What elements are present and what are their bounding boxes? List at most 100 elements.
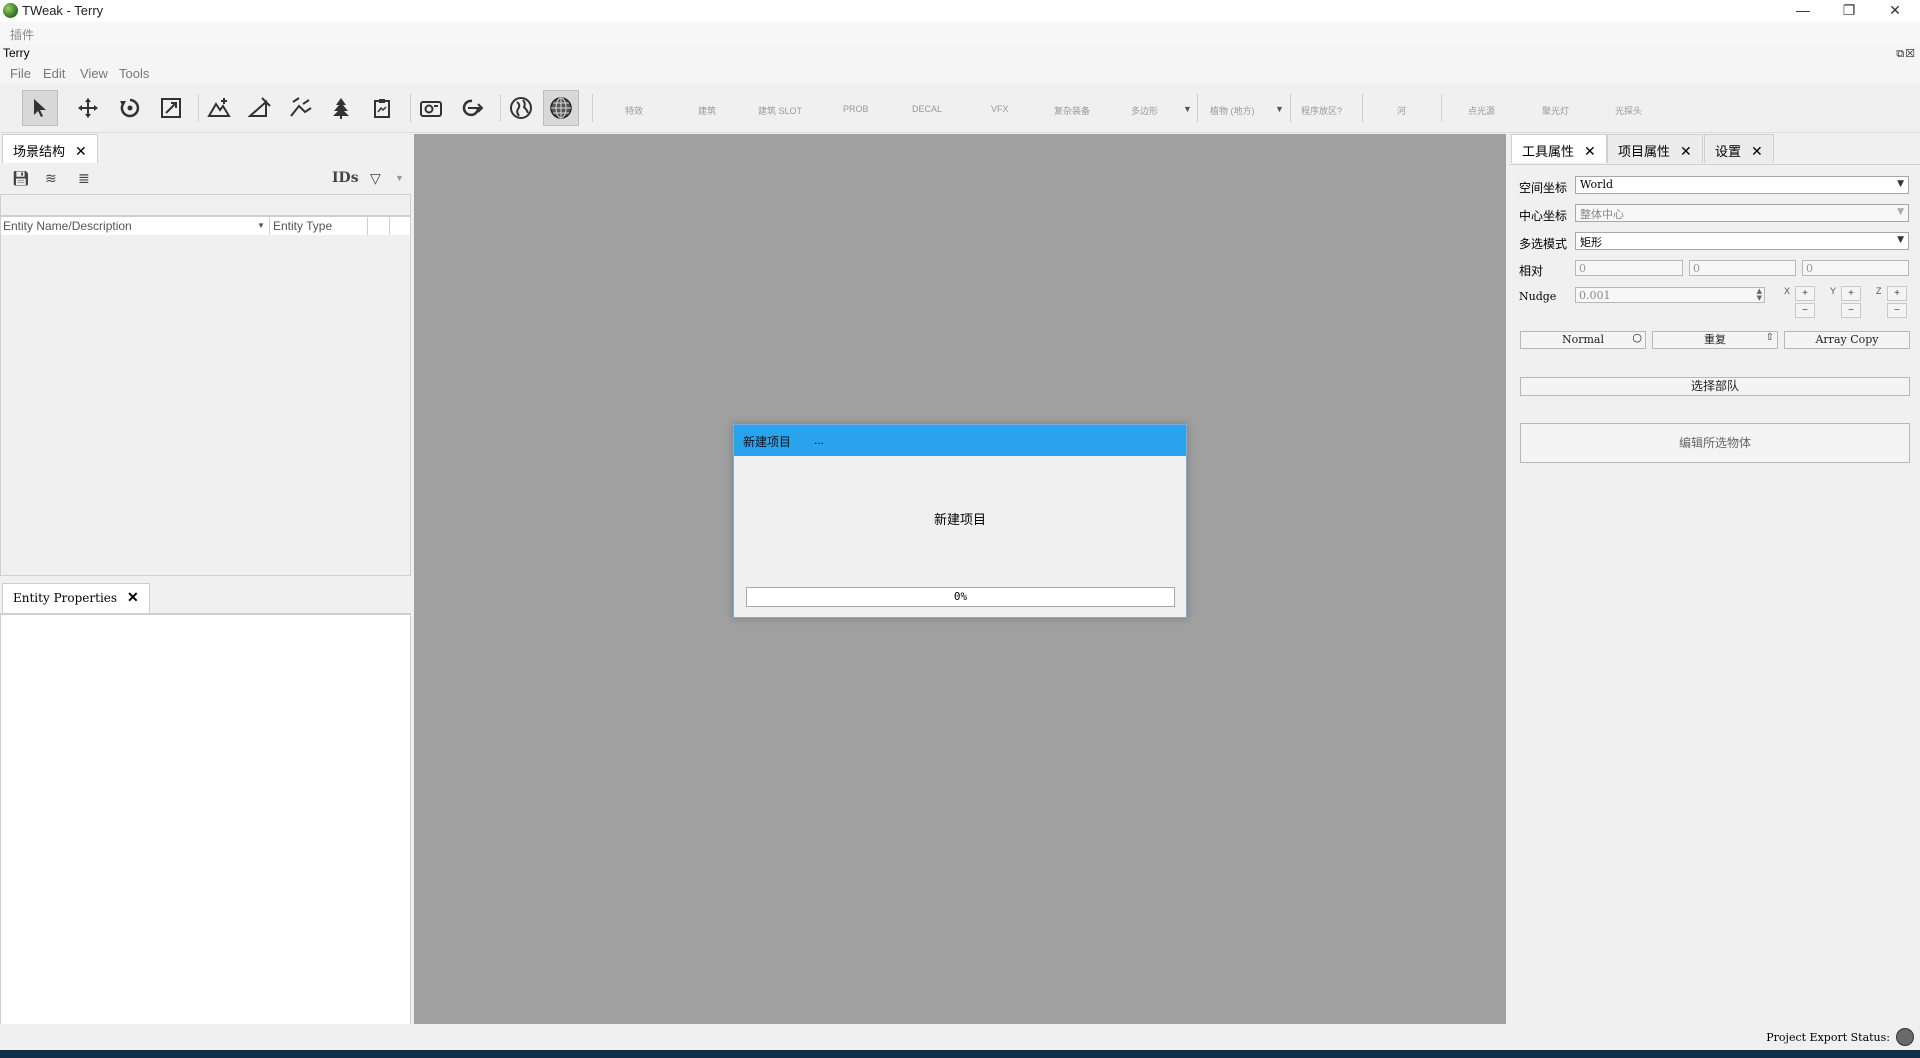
relative-x-input[interactable]: 0 <box>1575 260 1683 276</box>
plants-dropdown-icon[interactable]: ▼ <box>1275 104 1284 114</box>
dock-controls[interactable]: ⧉☒ <box>1896 47 1916 61</box>
props-tab-strip: Entity Properties ✕ <box>0 580 411 614</box>
title-bar: TWeak - Terry — ❐ ✕ <box>0 0 1920 22</box>
move-tool-button[interactable] <box>70 90 106 126</box>
entity-list[interactable] <box>0 235 411 576</box>
vegetation-button[interactable] <box>323 90 359 126</box>
menu-bar: File Edit View Tools <box>0 62 1920 84</box>
tool-building-slot[interactable]: 建筑 SLOT <box>758 104 802 117</box>
repeat-button[interactable]: 重复 ⇧ <box>1652 331 1778 349</box>
spin-arrows-icon[interactable]: ▲ ▼ <box>1757 288 1762 302</box>
scale-tool-button[interactable] <box>153 90 189 126</box>
save-icon[interactable]: 💾︎ <box>12 170 30 187</box>
tool-light-probe[interactable]: 光探头 <box>1615 104 1642 117</box>
nudge-input[interactable]: 0.001 ▲ ▼ <box>1575 287 1765 303</box>
tool-polygon[interactable]: 多边形 <box>1131 104 1158 117</box>
dialog-message: 新建项目 <box>933 512 986 527</box>
nudge-y-plus-button[interactable]: + <box>1841 286 1861 301</box>
close-icon[interactable]: ✕ <box>1680 143 1692 159</box>
close-icon[interactable]: ✕ <box>1584 143 1596 159</box>
filter-dropdown-icon[interactable]: ▼ <box>395 173 404 183</box>
center-coord-label: 中心坐标 <box>1519 209 1568 223</box>
nudge-x-minus-button[interactable]: − <box>1795 303 1815 318</box>
tab-project-properties[interactable]: 项目属性 ✕ <box>1607 134 1703 163</box>
tab-label: Entity Properties <box>13 591 118 605</box>
tool-effects[interactable]: 特效 <box>625 104 643 117</box>
column-entity-name[interactable]: Entity Name/Description <box>3 219 132 233</box>
globe-button[interactable] <box>503 90 539 126</box>
tab-settings[interactable]: 设置 ✕ <box>1704 134 1774 163</box>
dialog-title-bar[interactable]: 新建项目 ... <box>734 425 1186 456</box>
multi-select-value: 矩形 <box>1580 236 1602 249</box>
close-icon[interactable]: ✕ <box>1751 143 1763 159</box>
repeat-icon: ⇧ <box>1765 332 1774 343</box>
select-tool-button[interactable] <box>22 90 58 126</box>
tool-procedural-zone[interactable]: 程序放区? <box>1301 104 1342 117</box>
tool-decal[interactable]: DECAL <box>912 104 942 114</box>
filter-icon[interactable]: ▽ <box>370 170 381 187</box>
space-coord-value: World <box>1580 178 1613 191</box>
multi-select-mode-select[interactable]: 矩形 ▼ <box>1575 232 1909 250</box>
nudge-z-minus-button[interactable]: − <box>1887 303 1907 318</box>
normal-mode-button[interactable]: Normal ○ <box>1520 331 1646 349</box>
scene-search-input[interactable] <box>0 194 411 216</box>
space-coord-select[interactable]: World ▼ <box>1575 176 1909 194</box>
minimize-button[interactable]: — <box>1780 0 1826 22</box>
relative-y-input[interactable]: 0 <box>1689 260 1796 276</box>
center-coord-select[interactable]: 整体中心 ▼ <box>1575 204 1909 222</box>
tab-scene-structure[interactable]: 场景结构 ✕ <box>2 134 98 163</box>
layers-icon[interactable]: ≋ <box>45 170 57 187</box>
nudge-z-plus-button[interactable]: + <box>1887 286 1907 301</box>
clipboard-button[interactable] <box>364 90 400 126</box>
wireframe-globe-button[interactable] <box>543 90 579 126</box>
terrain-raise-button[interactable] <box>201 90 237 126</box>
array-copy-button[interactable]: Array Copy <box>1784 331 1910 349</box>
export-status-label: Project Export Status: <box>1766 1031 1890 1044</box>
terrain-smooth-button[interactable] <box>283 90 319 126</box>
edit-selected-button[interactable]: 编辑所选物体 <box>1520 423 1910 463</box>
select-team-button[interactable]: 选择部队 <box>1520 377 1910 396</box>
polygon-dropdown-icon[interactable]: ▼ <box>1183 104 1192 114</box>
relative-z-input[interactable]: 0 <box>1802 260 1909 276</box>
tool-point-light[interactable]: 点光源 <box>1468 104 1495 117</box>
toolbar-separator <box>198 94 199 122</box>
tab-entity-properties[interactable]: Entity Properties ✕ <box>2 583 150 613</box>
close-icon[interactable]: ✕ <box>127 590 139 606</box>
tool-building[interactable]: 建筑 <box>698 104 716 117</box>
app-icon <box>3 3 18 18</box>
nudge-y-minus-button[interactable]: − <box>1841 303 1861 318</box>
column-entity-type[interactable]: Entity Type <box>273 219 332 233</box>
progress-text: 0% <box>953 590 968 603</box>
camera-button[interactable] <box>413 90 449 126</box>
nudge-x-plus-button[interactable]: + <box>1795 286 1815 301</box>
menu-tools[interactable]: Tools <box>119 66 149 81</box>
export-button[interactable] <box>454 90 490 126</box>
close-icon[interactable]: ✕ <box>75 143 87 159</box>
tool-river[interactable]: 河 <box>1397 104 1406 117</box>
rotate-tool-button[interactable] <box>112 90 148 126</box>
globe-icon <box>510 97 532 119</box>
tab-label: 工具属性 <box>1522 144 1575 159</box>
menu-edit[interactable]: Edit <box>43 66 65 81</box>
menu-view[interactable]: View <box>80 66 108 81</box>
toolbar-separator <box>410 94 411 122</box>
tab-label: 项目属性 <box>1618 144 1671 159</box>
repeat-label: 重复 <box>1704 333 1726 346</box>
tool-complex-equip[interactable]: 复杂装备 <box>1054 104 1090 117</box>
menu-file[interactable]: File <box>10 66 31 81</box>
tool-plants[interactable]: 植物 (地方) <box>1210 104 1255 117</box>
restore-button[interactable]: ❐ <box>1826 0 1872 22</box>
tool-spot-light[interactable]: 聚光灯 <box>1542 104 1569 117</box>
terrain-slope-button[interactable] <box>242 90 278 126</box>
progress-bar: 0% <box>746 587 1175 607</box>
sort-arrow-icon: ▼ <box>257 221 265 230</box>
close-button[interactable]: ✕ <box>1872 0 1918 22</box>
chevron-down-icon: ▼ <box>1897 235 1904 245</box>
plugins-menu[interactable]: 插件 <box>10 26 34 43</box>
tab-tool-properties[interactable]: 工具属性 ✕ <box>1511 134 1607 163</box>
tool-vfx[interactable]: VFX <box>991 104 1009 114</box>
normal-mode-label: Normal <box>1561 333 1604 346</box>
tool-prob[interactable]: PROB <box>843 104 869 114</box>
layers-add-icon[interactable]: ≣ <box>78 170 90 187</box>
ids-toggle[interactable]: IDs <box>332 170 359 186</box>
